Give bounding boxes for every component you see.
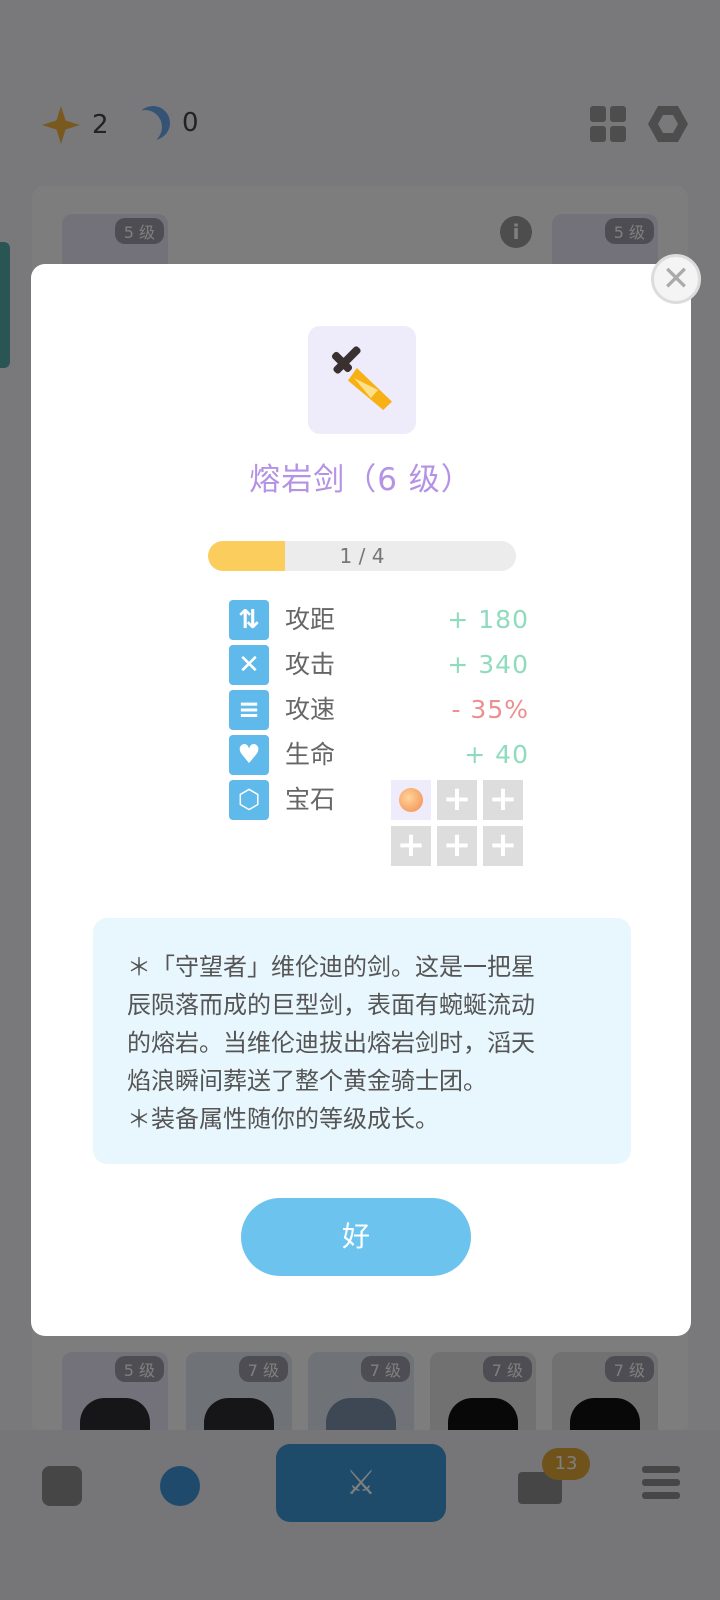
description-line: 的熔岩。当维伦迪拔出熔岩剑时，滔天 xyxy=(127,1029,535,1057)
item-description: ＊「守望者」维伦迪的剑。这是一把星 辰陨落而成的巨型剑，表面有蜿蜒流动 的熔岩。… xyxy=(93,918,631,1164)
gem-slot-filled[interactable] xyxy=(391,780,431,820)
gem-icon: ⬡ xyxy=(229,780,269,820)
close-icon: ✕ xyxy=(661,259,691,299)
stat-row-range: ⇅ 攻距 + 180 xyxy=(229,598,529,643)
stat-value: + 40 xyxy=(464,740,529,769)
description-line: ＊「守望者」维伦迪的剑。这是一把星 xyxy=(127,953,535,981)
stat-value: + 340 xyxy=(447,650,529,679)
description-line: 焰浪瞬间葬送了整个黄金骑士团。 xyxy=(127,1067,487,1095)
stat-value: - 35% xyxy=(451,695,529,724)
stat-row-attack: ✕ 攻击 + 340 xyxy=(229,643,529,688)
gem-slot-empty[interactable]: + xyxy=(437,780,477,820)
stat-value: + 180 xyxy=(447,605,529,634)
stat-label: 宝石 xyxy=(285,785,336,814)
lava-sword-icon xyxy=(308,326,416,434)
gem-slot-empty[interactable]: + xyxy=(483,780,523,820)
stat-row-speed: ≡ 攻速 - 35% xyxy=(229,688,529,733)
ok-button[interactable]: 好 xyxy=(241,1198,471,1276)
stat-label: 攻速 xyxy=(285,695,336,724)
attack-icon: ✕ xyxy=(229,645,269,685)
upgrade-progress: 1 / 4 xyxy=(208,541,516,571)
gem-slots: + + + + + xyxy=(391,780,525,866)
speed-icon: ≡ xyxy=(229,690,269,730)
description-line: 辰陨落而成的巨型剑，表面有蜿蜒流动 xyxy=(127,991,535,1019)
stat-label: 攻击 xyxy=(285,650,336,679)
orange-gem-icon xyxy=(399,788,423,812)
stat-row-health: ♥ 生命 + 40 xyxy=(229,733,529,778)
item-detail-dialog: 熔岩剑（6 级） 1 / 4 ⇅ 攻距 + 180 ✕ 攻击 + 340 ≡ 攻… xyxy=(31,264,691,1336)
close-button[interactable]: ✕ xyxy=(651,254,701,304)
gem-slot-empty[interactable]: + xyxy=(483,826,523,866)
description-line: ＊装备属性随你的等级成长。 xyxy=(127,1105,439,1133)
stat-label: 攻距 xyxy=(285,605,336,634)
range-icon: ⇅ xyxy=(229,600,269,640)
heart-icon: ♥ xyxy=(229,735,269,775)
item-title: 熔岩剑（6 级） xyxy=(249,462,473,498)
progress-text: 1 / 4 xyxy=(339,544,385,568)
gem-slot-empty[interactable]: + xyxy=(437,826,477,866)
stat-label: 生命 xyxy=(285,740,336,769)
gem-slot-empty[interactable]: + xyxy=(391,826,431,866)
